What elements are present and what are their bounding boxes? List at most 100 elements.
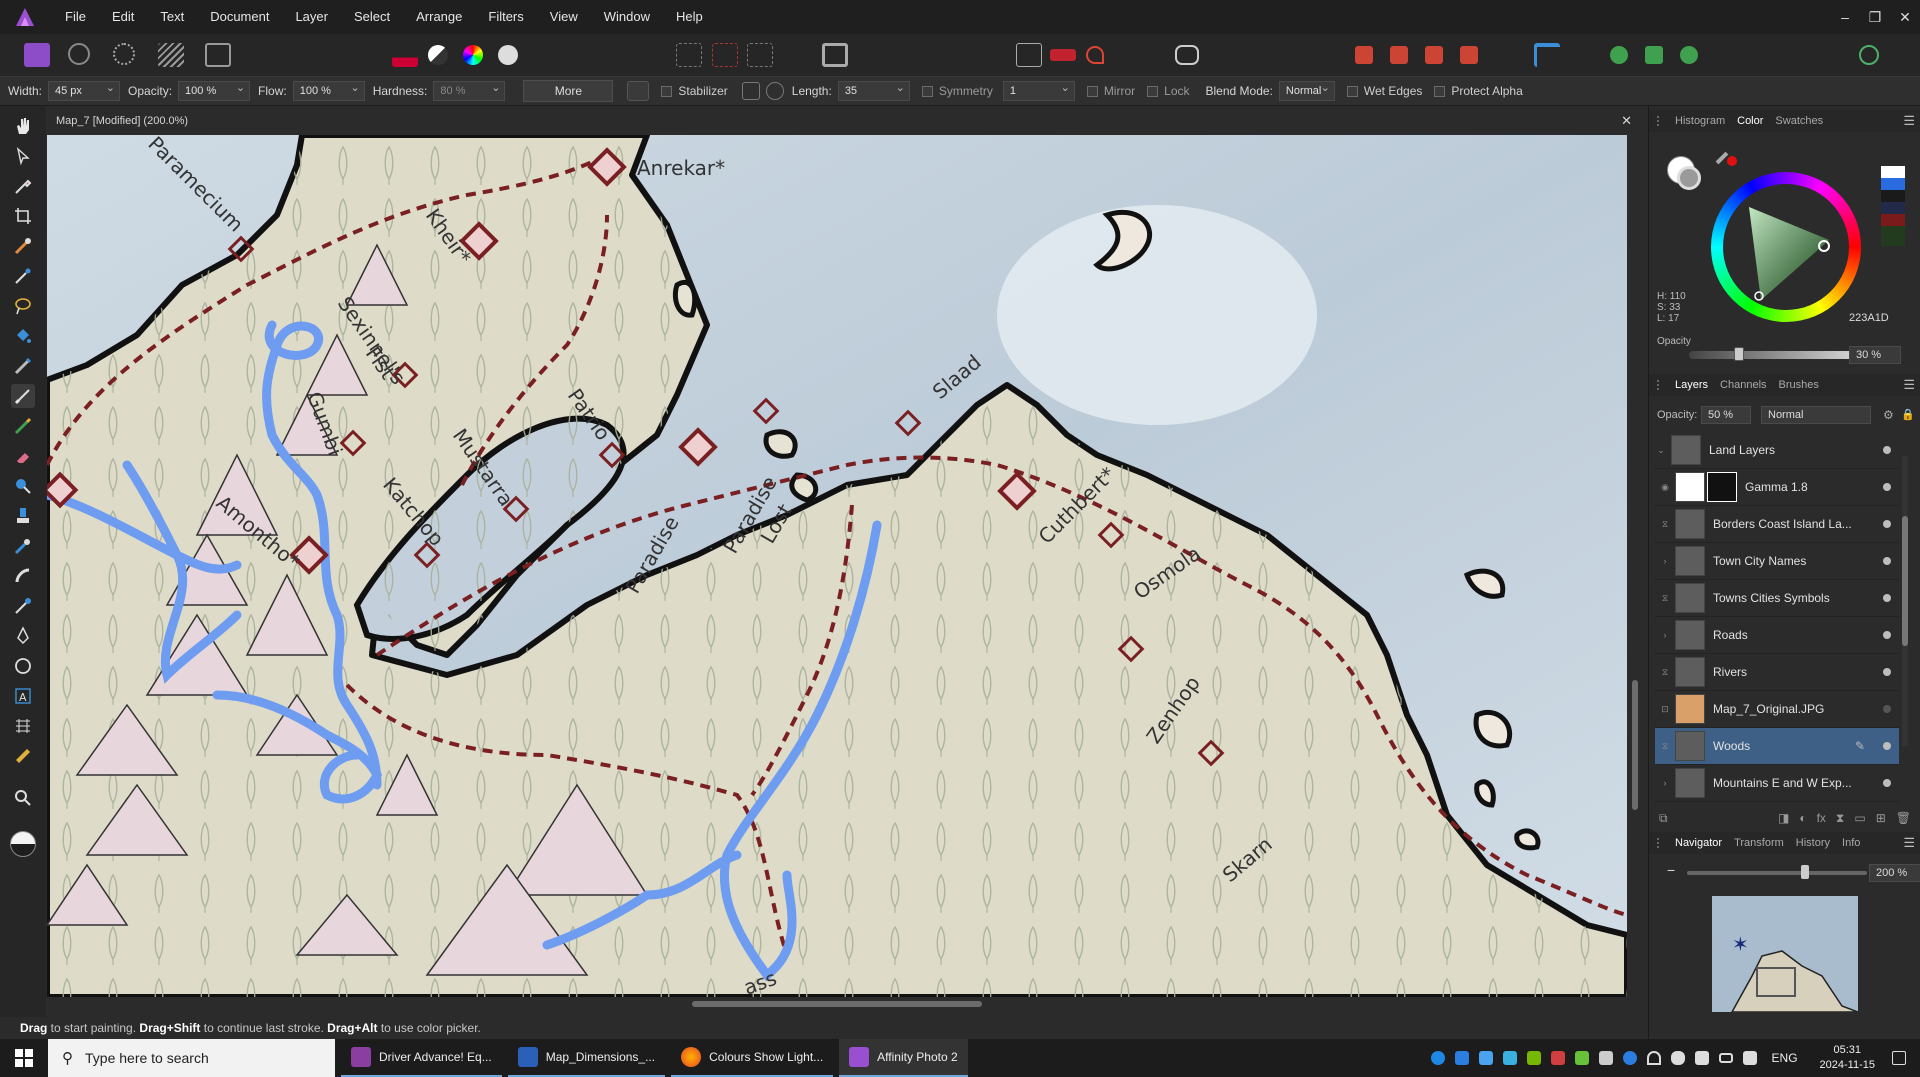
marquee-icon[interactable] [676,43,702,67]
selection-brush-tool-icon[interactable] [11,234,35,258]
color-wheel[interactable] [1711,172,1861,322]
boolean-intersect-icon[interactable] [1680,46,1698,64]
lock-checkbox[interactable] [1147,85,1159,97]
layer-visibility-icon[interactable] [1883,446,1891,454]
layer-blend-mode-field[interactable]: Normal [1761,406,1871,424]
photo-persona-icon[interactable] [24,43,50,67]
quick-mask-icon[interactable] [822,43,848,67]
ime-icon[interactable] [1742,1051,1757,1065]
horizontal-scroll-thumb[interactable] [692,1001,982,1007]
clone-brush-tool-icon[interactable] [11,504,35,528]
delete-layer-icon[interactable]: 🗑 [1896,811,1911,825]
network-drive-icon[interactable] [1502,1051,1517,1065]
undo-icon[interactable] [1086,46,1104,64]
vertical-scroll-thumb[interactable] [1632,680,1638,810]
window-mode-icon[interactable] [765,82,784,100]
expand-chevron-icon[interactable]: › [1659,630,1671,640]
language-indicator[interactable]: ENG [1772,1051,1798,1065]
layer-visibility-icon[interactable] [1883,705,1891,713]
color-swatch-icon[interactable] [10,831,36,857]
menu-arrange[interactable]: Arrange [403,0,475,34]
battery-icon[interactable] [1718,1053,1733,1063]
flow-field[interactable]: 100 % [292,79,365,101]
hourglass-icon[interactable]: ⧗ [1836,811,1844,826]
view-tool-hand-icon[interactable] [11,114,35,138]
boolean-add-icon[interactable] [1610,46,1628,64]
erase-brush-tool-icon[interactable] [11,444,35,468]
onedrive-icon[interactable] [1478,1051,1493,1065]
crop-tool-icon[interactable] [11,204,35,228]
layer-row[interactable]: ⧖ Towns Cities Symbols [1655,580,1899,617]
layer-row[interactable]: ⌄ Land Layers [1655,432,1899,469]
layer-visibility-icon[interactable] [1883,742,1891,750]
color-picker-tool-icon[interactable] [11,174,35,198]
force-pressure-icon[interactable] [627,81,650,101]
panel-grip-icon[interactable] [1657,838,1663,848]
mask-icon[interactable] [1050,49,1076,61]
tab-histogram[interactable]: Histogram [1669,115,1731,127]
mesh-warp-tool-icon[interactable] [11,714,35,738]
layer-mode-icon[interactable]: ⊡ [1659,704,1671,715]
white-balance-icon[interactable] [428,45,448,65]
minimize-window-button[interactable]: – [1830,0,1860,34]
mirror-checkbox[interactable] [1086,85,1098,97]
length-field[interactable]: 35 [837,79,910,101]
zoom-tool-icon[interactable] [11,786,35,810]
arrange-forward-icon[interactable] [1425,46,1443,64]
nvidia-icon[interactable] [1526,1051,1541,1065]
horizontal-scrollbar[interactable] [47,997,1630,1011]
layers-scrollbar[interactable] [1902,456,1908,746]
hex-value[interactable]: 223A1D [1849,313,1889,324]
tab-brushes[interactable]: Brushes [1773,379,1825,391]
auto-adjust-icon[interactable] [498,45,518,65]
tab-color[interactable]: Color [1731,115,1769,127]
wet-edges-checkbox[interactable] [1346,85,1358,97]
layer-visibility-icon[interactable] [1883,557,1891,565]
tone-mapping-persona-icon[interactable] [158,43,184,67]
gradient-tool-icon[interactable] [11,354,35,378]
crop-icon[interactable] [1016,43,1042,67]
bluetooth-icon[interactable] [1622,1051,1637,1065]
help-icon[interactable] [1430,1051,1445,1065]
notifications-icon[interactable] [1892,1051,1906,1065]
defender-icon[interactable] [1454,1051,1469,1065]
boolean-subtract-icon[interactable] [1645,46,1663,64]
tab-channels[interactable]: Channels [1714,379,1772,391]
account-icon[interactable] [1859,45,1879,65]
taskbar-app-affinity-photo[interactable]: Affinity Photo 2 [839,1039,968,1077]
close-document-button[interactable]: ✕ [1621,110,1632,132]
menu-filters[interactable]: Filters [475,0,536,34]
layer-settings-gear-icon[interactable]: ⚙ [1883,408,1894,422]
brush-edit-icon[interactable]: ✎ [1855,739,1865,753]
layer-mode-icon[interactable]: ⧖ [1659,593,1671,604]
layer-mode-icon[interactable]: ⧖ [1659,667,1671,678]
fill-stroke-swatch-icon[interactable] [1667,156,1703,192]
restore-window-button[interactable]: ❐ [1860,0,1890,34]
layer-lock-icon[interactable]: 🔒 [1901,408,1915,421]
panel-menu-icon[interactable]: ☰ [1903,113,1915,129]
move-tool-icon[interactable] [11,144,35,168]
arrange-front-icon[interactable] [1460,46,1478,64]
pen-tool-icon[interactable] [11,624,35,648]
layer-mode-icon[interactable]: ◉ [1659,482,1671,493]
liquify-persona-icon[interactable] [68,43,90,65]
tab-swatches[interactable]: Swatches [1769,115,1829,127]
expand-chevron-icon[interactable]: › [1659,778,1671,788]
assistant-icon[interactable] [1175,45,1199,65]
menu-file[interactable]: File [52,0,99,34]
zoom-out-icon[interactable]: − [1667,862,1675,878]
expand-chevron-icon[interactable]: › [1659,556,1671,566]
recent-colors-strip[interactable] [1881,166,1905,246]
taskbar-search-box[interactable]: ⚲ Type here to search [48,1039,335,1077]
volume-icon[interactable] [1694,1051,1709,1065]
arrange-backward-icon[interactable] [1390,46,1408,64]
menu-window[interactable]: Window [591,0,663,34]
zoom-slider[interactable] [1687,871,1867,875]
layer-row[interactable]: › Mountains E and W Exp... [1655,765,1899,802]
new-pixel-layer-icon[interactable]: ⧉ [1659,811,1668,826]
tab-layers[interactable]: Layers [1669,379,1714,391]
layer-row[interactable]: ◉ Gamma 1.8 [1655,469,1899,506]
live-filter-icon[interactable]: fx [1817,811,1826,825]
layer-visibility-icon[interactable] [1883,779,1891,787]
menu-text[interactable]: Text [147,0,197,34]
